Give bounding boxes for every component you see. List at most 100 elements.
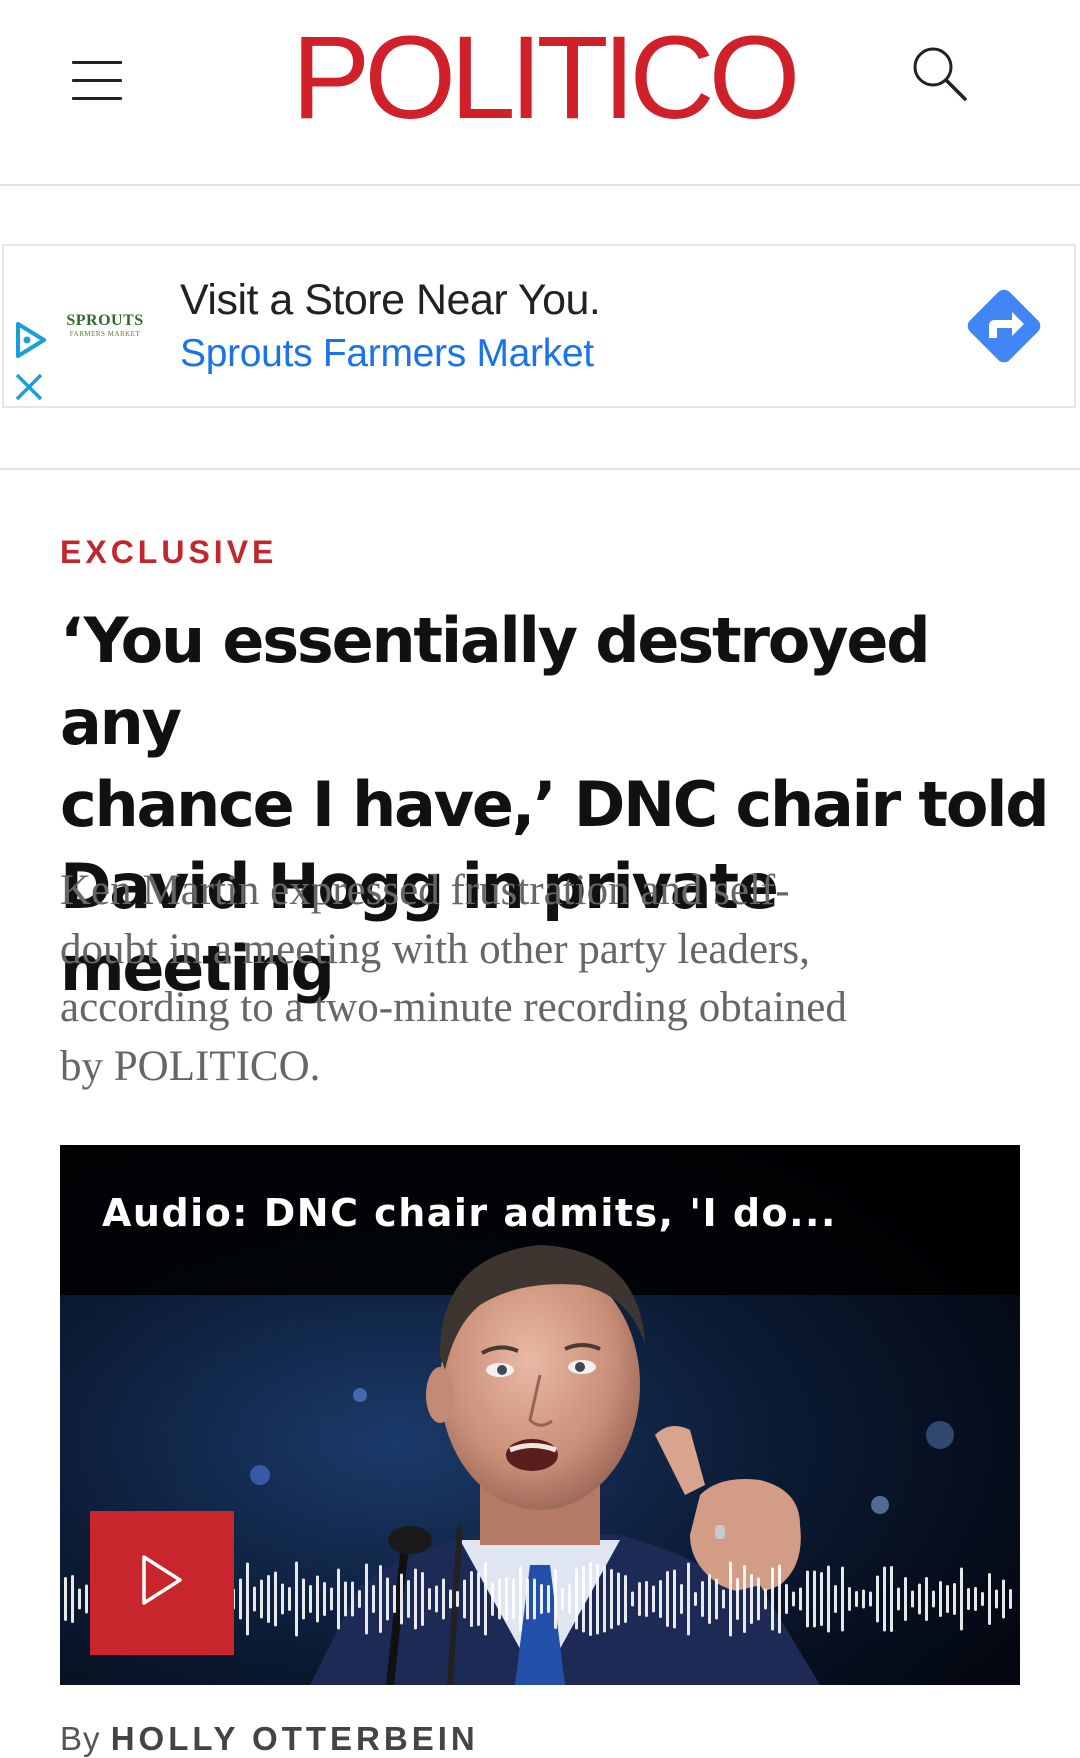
waveform-bar bbox=[862, 1589, 865, 1609]
waveform-bar bbox=[946, 1585, 949, 1613]
waveform-bar bbox=[876, 1575, 879, 1623]
waveform-bar bbox=[449, 1589, 452, 1609]
waveform-bar bbox=[428, 1588, 431, 1610]
byline-prefix: By bbox=[60, 1720, 101, 1757]
waveform-bar bbox=[477, 1572, 480, 1626]
waveform-bar bbox=[414, 1568, 417, 1630]
waveform-bar bbox=[974, 1587, 977, 1611]
waveform-bar bbox=[981, 1592, 984, 1606]
waveform-bar bbox=[267, 1575, 270, 1623]
dek-line: according to a two-minute recording obta… bbox=[60, 984, 847, 1031]
waveform-bar bbox=[918, 1583, 921, 1615]
waveform-bar bbox=[533, 1578, 536, 1620]
waveform-bar bbox=[967, 1588, 970, 1610]
ad-headline[interactable]: Visit a Store Near You. bbox=[180, 276, 601, 325]
waveform-bar bbox=[71, 1575, 74, 1623]
waveform-bar bbox=[617, 1572, 620, 1626]
waveform-bar bbox=[421, 1572, 424, 1626]
article-byline: By HOLLY OTTERBEIN bbox=[60, 1720, 479, 1758]
waveform-bar bbox=[337, 1568, 340, 1630]
waveform-bar bbox=[953, 1583, 956, 1615]
waveform-bar bbox=[995, 1589, 998, 1609]
waveform-bar bbox=[813, 1570, 816, 1628]
waveform-bar bbox=[911, 1590, 914, 1608]
waveform-bar bbox=[673, 1569, 676, 1629]
waveform-bar bbox=[512, 1578, 515, 1620]
waveform-bar bbox=[239, 1578, 242, 1620]
hamburger-menu-icon[interactable] bbox=[72, 60, 124, 100]
waveform-bar bbox=[407, 1580, 410, 1618]
headline-line: ‘You essentially destroyed any bbox=[60, 604, 931, 759]
audio-player[interactable]: Audio: DNC chair admits, 'I do... bbox=[60, 1145, 1020, 1685]
waveform-bar bbox=[659, 1580, 662, 1618]
dek-line: doubt in a meeting with other party lead… bbox=[60, 925, 810, 973]
waveform-bar bbox=[743, 1565, 746, 1633]
sprouts-logo-name: SPROUTS bbox=[66, 312, 144, 329]
waveform-bar bbox=[253, 1586, 256, 1612]
waveform-bar bbox=[582, 1565, 585, 1633]
waveform-bar bbox=[666, 1571, 669, 1627]
dek-line: Ken Martin expressed frustration and sel… bbox=[60, 867, 790, 914]
waveform-bar bbox=[596, 1563, 599, 1635]
sprouts-logo: SPROUTS FARMERS MARKET bbox=[60, 312, 150, 338]
waveform-bar bbox=[869, 1591, 872, 1607]
waveform-bar bbox=[323, 1582, 326, 1616]
waveform-bar bbox=[463, 1579, 466, 1619]
waveform-bar bbox=[834, 1585, 837, 1613]
play-button[interactable] bbox=[90, 1511, 234, 1655]
waveform-bar bbox=[372, 1585, 375, 1613]
waveform-bar bbox=[638, 1582, 641, 1616]
waveform-bar bbox=[589, 1562, 592, 1636]
waveform-bar bbox=[883, 1566, 886, 1632]
waveform-bar bbox=[547, 1585, 550, 1613]
waveform-bar bbox=[386, 1577, 389, 1621]
waveform-bar bbox=[288, 1587, 291, 1611]
waveform-bar bbox=[498, 1578, 501, 1620]
waveform-bar bbox=[610, 1569, 613, 1629]
waveform-bar bbox=[491, 1582, 494, 1616]
search-icon[interactable] bbox=[908, 42, 970, 104]
waveform-bar bbox=[722, 1589, 725, 1609]
waveform-bar bbox=[757, 1577, 760, 1621]
waveform-bar bbox=[1009, 1589, 1012, 1609]
waveform-bar bbox=[274, 1571, 277, 1627]
waveform-bar bbox=[575, 1568, 578, 1630]
adchoices-play-icon[interactable] bbox=[10, 320, 50, 360]
audio-title[interactable]: Audio: DNC chair admits, 'I do... bbox=[102, 1191, 837, 1235]
waveform-bar bbox=[715, 1578, 718, 1620]
waveform-bar bbox=[561, 1588, 564, 1610]
waveform-bar bbox=[505, 1577, 508, 1621]
waveform-bar bbox=[694, 1592, 697, 1606]
waveform-bar bbox=[295, 1561, 298, 1637]
waveform-bar bbox=[939, 1581, 942, 1617]
waveform-bar bbox=[960, 1567, 963, 1631]
ad-brand-link[interactable]: Sprouts Farmers Market bbox=[180, 332, 594, 376]
sponsored-ad-banner[interactable]: SPROUTS FARMERS MARKET Visit a Store Nea… bbox=[2, 244, 1076, 408]
waveform-bar bbox=[708, 1574, 711, 1624]
waveform-bar bbox=[932, 1590, 935, 1608]
close-icon[interactable] bbox=[12, 370, 46, 404]
waveform-bar bbox=[925, 1577, 928, 1621]
waveform-bar bbox=[1002, 1579, 1005, 1619]
waveform-bar bbox=[64, 1577, 67, 1621]
waveform-bar bbox=[645, 1581, 648, 1617]
author-link[interactable]: HOLLY OTTERBEIN bbox=[111, 1720, 479, 1757]
waveform-bar bbox=[729, 1561, 732, 1637]
waveform-bar bbox=[365, 1563, 368, 1635]
section-divider bbox=[0, 468, 1080, 470]
site-header: POLITICO bbox=[0, 0, 1080, 186]
waveform-bar bbox=[519, 1566, 522, 1632]
waveform-bar bbox=[827, 1565, 830, 1633]
waveform-bar bbox=[764, 1588, 767, 1610]
directions-icon[interactable] bbox=[956, 278, 1052, 374]
waveform-bar bbox=[631, 1591, 634, 1607]
politico-logo[interactable]: POLITICO bbox=[268, 18, 818, 138]
waveform-bar bbox=[736, 1578, 739, 1620]
waveform-bar bbox=[302, 1578, 305, 1620]
waveform-bar bbox=[750, 1574, 753, 1624]
waveform-bar bbox=[85, 1584, 88, 1614]
waveform-bar bbox=[246, 1562, 249, 1636]
waveform-bar bbox=[792, 1591, 795, 1607]
waveform-bar bbox=[316, 1575, 319, 1623]
waveform-bar bbox=[78, 1588, 81, 1610]
